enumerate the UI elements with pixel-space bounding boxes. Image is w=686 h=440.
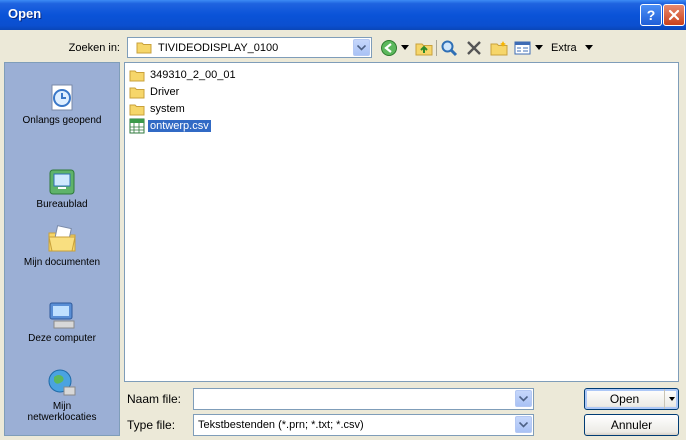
spreadsheet-file-icon [129,118,145,134]
title-bar[interactable]: Open ? [0,0,686,30]
toolbar: Extra [380,37,593,59]
place-my-documents-label: Mijn documenten [23,257,101,268]
cancel-button-label: Annuler [610,418,653,432]
lookin-dropdown[interactable]: TIVIDEODISPLAY_0100 [127,37,372,58]
delete-button[interactable] [466,37,482,59]
file-name: Driver [150,86,180,98]
place-desktop[interactable]: Bureaublad [5,167,119,210]
recent-documents-icon [51,84,73,111]
view-menu-button[interactable] [514,37,543,59]
lookin-value: TIVIDEODISPLAY_0100 [158,41,279,54]
place-network-label: Mijn netwerklocaties [27,401,97,423]
open-dialog: Open ? Zoeken in: TIVIDEODISPLAY_0100 Ex… [0,0,686,440]
filetype-label: Type file: [127,418,176,432]
dropdown-arrow-icon [535,45,543,50]
open-button[interactable]: Open [584,388,679,410]
chevron-down-icon[interactable] [515,416,532,433]
window-title: Open [8,6,42,21]
place-recent[interactable]: Onlangs geopend [5,81,119,126]
network-places-icon [48,369,76,396]
place-recent-label: Onlangs geopend [22,115,102,126]
open-options-arrow[interactable] [664,389,678,409]
folder-icon [129,104,145,115]
toolbar-separator [436,40,437,56]
folder-icon [129,87,145,98]
help-button[interactable]: ? [640,4,662,26]
file-list[interactable]: 349310_2_00_01 Driver system ontwerp.csv [124,62,679,382]
cancel-button[interactable]: Annuler [584,414,679,436]
file-name: 349310_2_00_01 [150,69,236,81]
back-arrow-icon [381,40,397,56]
filetype-value: Tekstbestenden (*.prn; *.txt; *.csv) [198,419,364,431]
up-folder-icon [415,43,433,56]
close-icon [668,9,680,21]
new-folder-button[interactable] [490,37,508,59]
place-my-documents[interactable]: Mijn documenten [5,223,119,268]
search-icon [441,40,458,57]
place-desktop-label: Bureaublad [36,199,88,210]
list-item[interactable]: Driver [129,84,181,100]
extra-menu-button[interactable]: Extra [551,37,593,59]
filetype-dropdown[interactable]: Tekstbestenden (*.prn; *.txt; *.csv) [193,414,534,436]
dropdown-arrow-icon [584,45,593,50]
folder-icon [129,70,145,81]
new-folder-icon [490,41,508,56]
list-item[interactable]: 349310_2_00_01 [129,67,238,83]
close-button[interactable] [663,4,685,26]
extra-menu-label: Extra [551,42,577,54]
dropdown-arrow-icon [401,45,409,50]
chevron-down-icon[interactable] [515,390,532,407]
chevron-down-icon[interactable] [353,39,370,56]
back-button[interactable] [380,37,409,59]
folder-icon [136,42,152,54]
my-computer-icon [49,302,75,329]
search-web-button[interactable] [440,37,458,59]
places-bar: Onlangs geopend Bureaublad Mijn document… [4,62,120,436]
desktop-icon [49,169,75,195]
my-documents-icon [48,225,76,252]
place-network[interactable]: Mijn netwerklocaties [5,367,119,423]
place-my-computer-label: Deze computer [28,333,96,344]
file-name: ontwerp.csv [147,119,212,133]
delete-icon [467,41,481,55]
filename-input[interactable] [193,388,534,410]
list-item[interactable]: system [129,101,187,117]
up-folder-button[interactable] [415,37,433,59]
list-item[interactable]: ontwerp.csv [129,118,212,134]
lookin-label: Zoeken in: [68,42,120,54]
open-button-label: Open [609,392,640,406]
place-my-computer[interactable]: Deze computer [5,299,119,344]
filename-label: Naam file: [127,392,182,406]
file-name: system [150,103,185,115]
dropdown-arrow-icon [668,397,675,401]
view-menu-icon [514,41,531,55]
